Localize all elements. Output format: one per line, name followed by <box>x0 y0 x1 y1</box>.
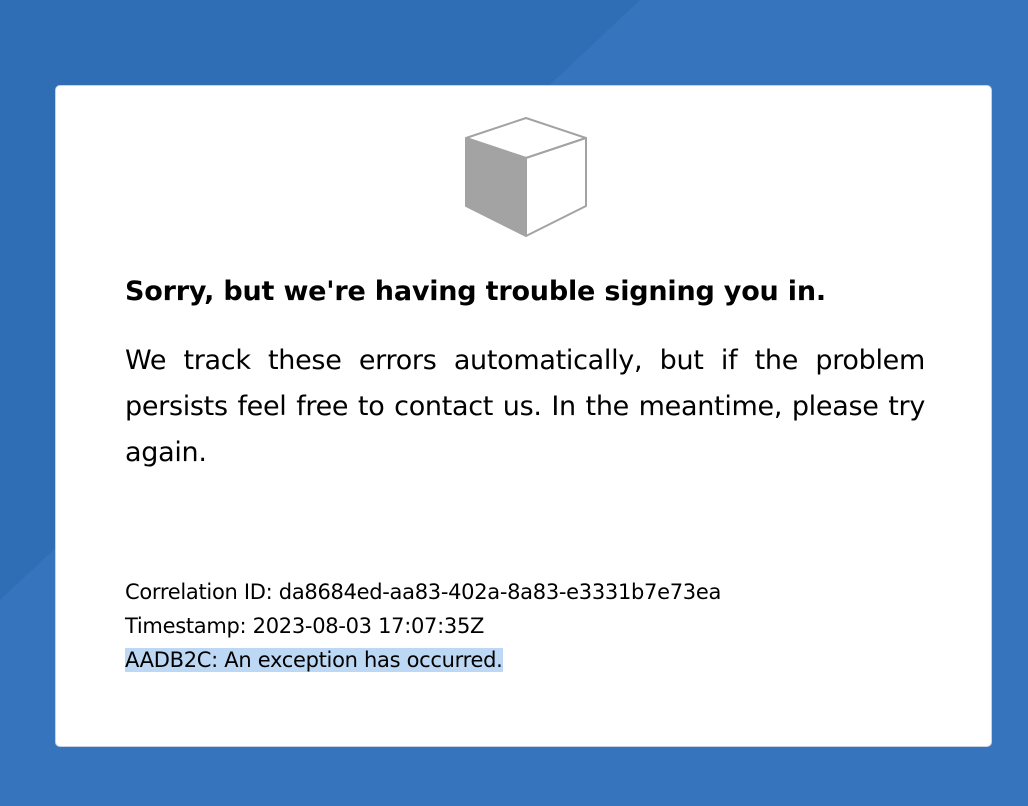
error-details: Correlation ID: da8684ed-aa83-402a-8a83-… <box>125 575 925 677</box>
error-message: We track these errors automatically, but… <box>125 345 925 468</box>
error-title: Sorry, but we're having trouble signing … <box>125 276 826 307</box>
error-code: AADB2C: An exception has occurred. <box>125 648 503 672</box>
timestamp: Timestamp: 2023-08-03 17:07:35Z <box>125 614 485 638</box>
correlation-id: Correlation ID: da8684ed-aa83-402a-8a83-… <box>125 580 722 604</box>
cube-icon <box>464 116 588 240</box>
error-code-line: AADB2C: An exception has occurred. <box>125 643 925 677</box>
error-card: Sorry, but we're having trouble signing … <box>55 85 992 747</box>
